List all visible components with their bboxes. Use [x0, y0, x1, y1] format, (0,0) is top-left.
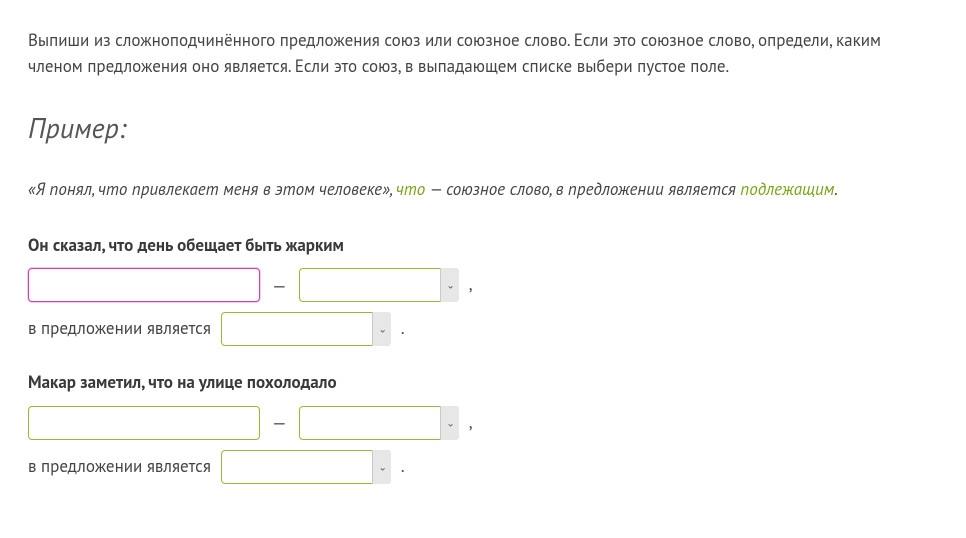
task-row-2: в предложении является ⌄ . — [28, 450, 938, 484]
example-mid: — союзное слово, в предложении является — [425, 178, 740, 200]
task-row-1: — ⌄ , — [28, 268, 938, 302]
period: . — [401, 316, 405, 342]
period: . — [401, 454, 405, 480]
select-sentence-role[interactable] — [221, 450, 391, 484]
select-type-wrap: ⌄ — [299, 406, 459, 440]
dash: — — [270, 272, 289, 299]
select-conjunction-type[interactable] — [299, 268, 459, 302]
task-row-2: в предложении является ⌄ . — [28, 312, 938, 346]
role-prefix: в предложении является — [28, 454, 211, 480]
task-row-1: — ⌄ , — [28, 406, 938, 440]
comma: , — [469, 410, 473, 436]
select-type-wrap: ⌄ — [299, 268, 459, 302]
example-role: подлежащим — [740, 178, 834, 200]
task-sentence: Он сказал, что день обещает быть жарким — [28, 233, 938, 259]
task-block: Макар заметил, что на улице похолодало —… — [28, 370, 938, 484]
select-role-wrap: ⌄ — [221, 312, 391, 346]
role-prefix: в предложении является — [28, 316, 211, 342]
example-suffix: . — [834, 178, 838, 200]
example-heading: Пример: — [28, 107, 938, 149]
example-line: «Я понял, что привлекает меня в этом чел… — [28, 177, 938, 203]
comma: , — [469, 272, 473, 298]
select-sentence-role[interactable] — [221, 312, 391, 346]
task-block: Он сказал, что день обещает быть жарким … — [28, 233, 938, 347]
dash: — — [270, 409, 289, 436]
conjunction-input[interactable] — [28, 406, 260, 440]
instruction-text: Выпиши из сложноподчинённого предложения… — [28, 28, 938, 79]
select-conjunction-type[interactable] — [299, 406, 459, 440]
conjunction-input[interactable] — [28, 268, 260, 302]
example-answer-word: что — [396, 178, 425, 200]
example-sentence: «Я понял, что привлекает меня в этом чел… — [28, 178, 396, 200]
select-role-wrap: ⌄ — [221, 450, 391, 484]
task-sentence: Макар заметил, что на улице похолодало — [28, 370, 938, 396]
